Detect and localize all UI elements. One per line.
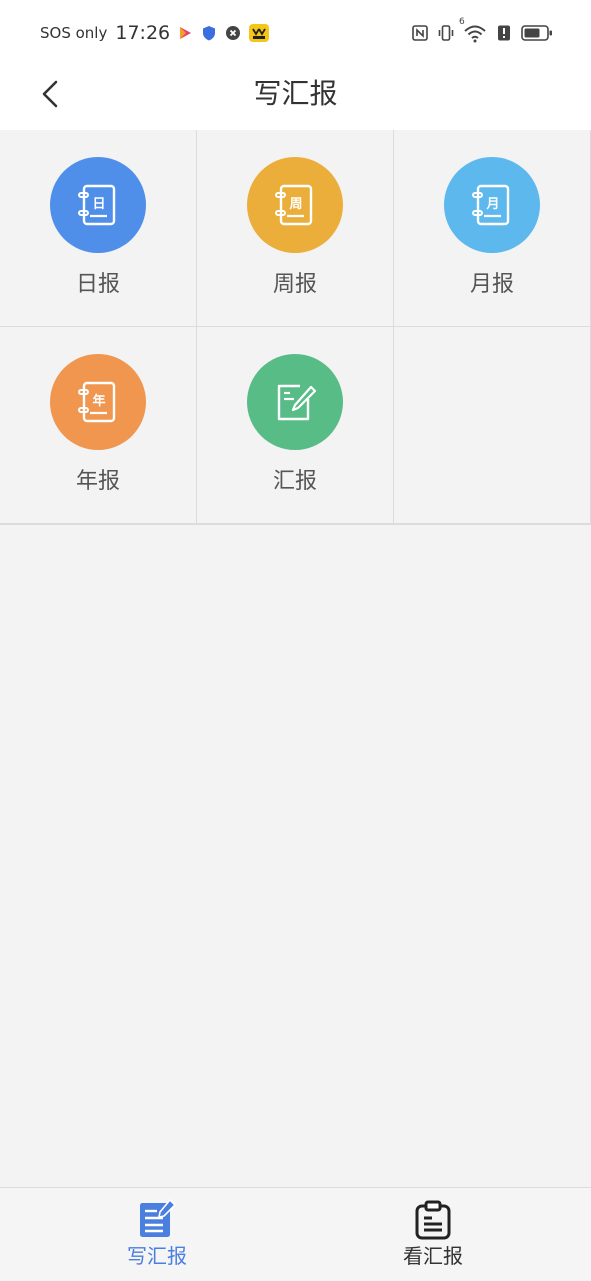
yearly-notebook-icon: 年 xyxy=(50,354,146,450)
daily-notebook-icon: 日 xyxy=(50,157,146,253)
report-label-daily: 日报 xyxy=(75,272,120,297)
bottom-tab-bar: 写汇报 看汇报 xyxy=(0,1187,591,1280)
nfc-icon xyxy=(411,24,429,42)
tab-view-report-label: 看汇报 xyxy=(403,1244,463,1268)
weekly-glyph: 周 xyxy=(289,197,302,212)
report-item-monthly[interactable]: 月 月报 xyxy=(394,130,591,327)
daily-glyph: 日 xyxy=(92,197,105,212)
status-bar: SOS only 17:26 6 xyxy=(0,0,591,66)
report-item-general[interactable]: 汇报 xyxy=(197,327,394,524)
security-icon xyxy=(224,24,242,42)
status-right: 6 xyxy=(411,17,553,46)
tab-view-report[interactable]: 看汇报 xyxy=(333,1188,533,1281)
monthly-glyph: 月 xyxy=(485,197,499,212)
page-title: 写汇报 xyxy=(253,77,338,110)
edit-report-icon xyxy=(247,354,343,450)
empty-cell xyxy=(394,327,591,524)
report-label-yearly: 年报 xyxy=(75,469,120,494)
status-left: SOS only 17:26 xyxy=(40,20,270,46)
shield-icon xyxy=(200,24,218,42)
wifi-badge: 6 xyxy=(459,17,465,27)
monthly-notebook-icon: 月 xyxy=(444,157,540,253)
vibrate-icon xyxy=(437,24,455,42)
report-label-monthly: 月报 xyxy=(469,272,514,297)
nav-bar: 写汇报 xyxy=(0,66,591,130)
report-type-grid: 日 日报 周 周报 月 月报 年 年报 汇报 xyxy=(0,130,591,525)
report-label-general: 汇报 xyxy=(272,469,317,494)
tab-write-report[interactable]: 写汇报 xyxy=(57,1188,257,1281)
report-item-daily[interactable]: 日 日报 xyxy=(0,130,197,327)
write-report-icon xyxy=(137,1198,177,1242)
yearly-glyph: 年 xyxy=(92,393,105,409)
wifi-icon: 6 xyxy=(459,17,487,43)
report-label-weekly: 周报 xyxy=(272,272,317,297)
yellow-app-icon xyxy=(248,23,270,43)
view-report-icon xyxy=(413,1198,453,1242)
tab-write-report-label: 写汇报 xyxy=(127,1244,187,1268)
report-item-weekly[interactable]: 周 周报 xyxy=(197,130,394,327)
clock: 17:26 xyxy=(115,22,171,44)
alert-icon xyxy=(495,24,513,42)
video-app-icon xyxy=(176,24,194,42)
carrier-text: SOS only xyxy=(40,24,108,42)
report-item-yearly[interactable]: 年 年报 xyxy=(0,327,197,524)
battery-icon xyxy=(521,24,553,42)
weekly-notebook-icon: 周 xyxy=(247,157,343,253)
